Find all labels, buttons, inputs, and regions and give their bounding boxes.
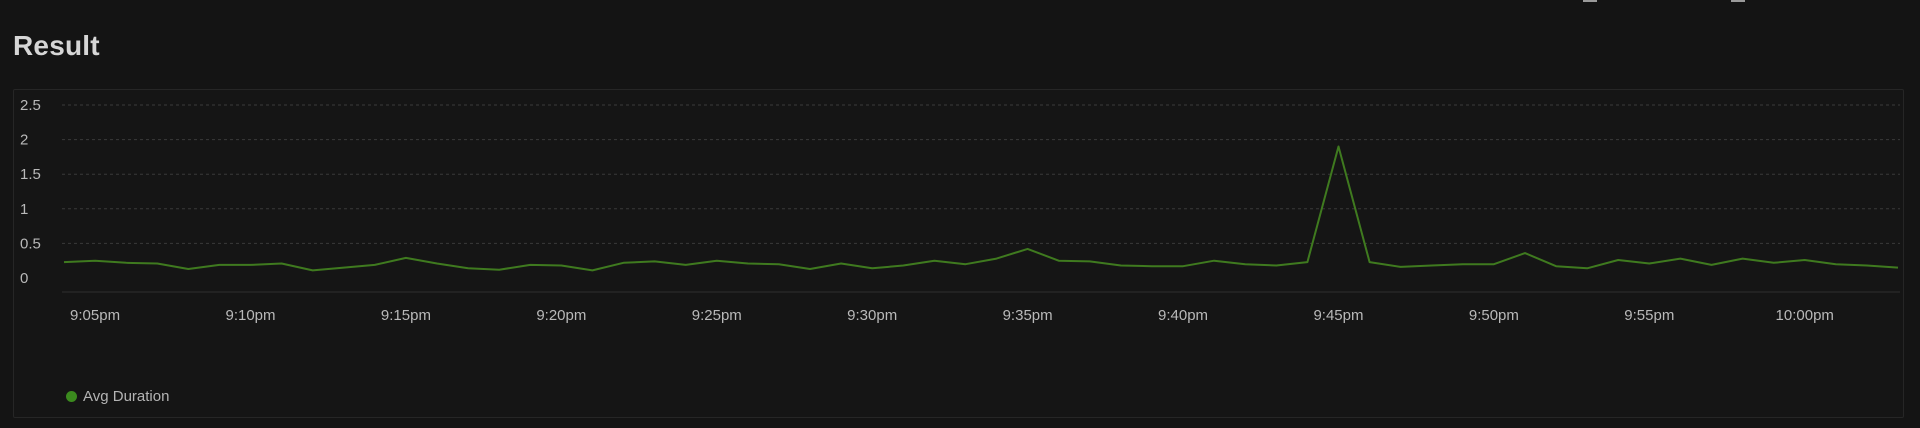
data-point[interactable] — [1460, 261, 1466, 267]
data-point[interactable] — [1833, 261, 1839, 267]
data-point[interactable] — [1211, 258, 1217, 264]
data-point[interactable] — [869, 265, 875, 271]
data-point[interactable] — [248, 262, 254, 268]
data-point[interactable] — [1087, 258, 1093, 264]
data-point[interactable] — [652, 258, 658, 264]
data-point[interactable] — [61, 259, 67, 265]
x-tick-label: 9:35pm — [1003, 307, 1053, 324]
data-point[interactable] — [527, 262, 533, 268]
data-point[interactable] — [714, 258, 720, 264]
data-point[interactable] — [1895, 265, 1901, 271]
data-point[interactable] — [1304, 259, 1310, 265]
data-point[interactable] — [931, 258, 937, 264]
y-tick-label: 0 — [20, 270, 28, 287]
data-point[interactable] — [1025, 246, 1031, 252]
x-tick-label: 9:05pm — [70, 307, 120, 324]
data-point[interactable] — [279, 261, 285, 267]
x-tick-label: 9:30pm — [847, 307, 897, 324]
data-point[interactable] — [496, 267, 502, 273]
data-point[interactable] — [1149, 263, 1155, 269]
data-point[interactable] — [1740, 256, 1746, 262]
legend-label: Avg Duration — [83, 388, 170, 405]
y-tick-label: 1 — [20, 201, 28, 218]
data-point[interactable] — [621, 260, 627, 266]
x-tick-label: 9:45pm — [1313, 307, 1363, 324]
data-point[interactable] — [1771, 260, 1777, 266]
x-tick-label: 9:10pm — [225, 307, 275, 324]
data-point[interactable] — [372, 262, 378, 268]
data-point[interactable] — [1709, 262, 1715, 268]
data-point[interactable] — [185, 266, 191, 272]
data-point[interactable] — [1273, 263, 1279, 269]
y-tick-label: 0.5 — [20, 235, 41, 252]
data-point[interactable] — [1056, 258, 1062, 264]
data-point[interactable] — [994, 256, 1000, 262]
x-tick-label: 9:55pm — [1624, 307, 1674, 324]
legend-swatch-icon — [66, 391, 77, 402]
x-tick-label: 9:50pm — [1469, 307, 1519, 324]
data-point[interactable] — [1429, 263, 1435, 269]
data-point[interactable] — [1336, 144, 1342, 150]
data-point[interactable] — [1553, 263, 1559, 269]
x-tick-label: 9:20pm — [536, 307, 586, 324]
x-tick-label: 9:15pm — [381, 307, 431, 324]
x-tick-label: 9:25pm — [692, 307, 742, 324]
data-point[interactable] — [776, 261, 782, 267]
y-tick-label: 1.5 — [20, 166, 41, 183]
chart-legend[interactable]: Avg Duration — [66, 388, 169, 405]
page: Result 0 0.5 1 1.5 2 2.5 9:05pm 9:10pm 9:15pm 9:2… — [0, 0, 1920, 428]
data-point[interactable] — [745, 261, 751, 267]
y-tick-label: 2.5 — [20, 97, 41, 114]
data-point[interactable] — [838, 261, 844, 267]
data-point[interactable] — [683, 262, 689, 268]
data-point[interactable] — [1522, 250, 1528, 256]
data-point[interactable] — [465, 265, 471, 271]
data-point[interactable] — [1367, 259, 1373, 265]
data-point[interactable] — [963, 261, 969, 267]
data-point[interactable] — [216, 262, 222, 268]
data-point[interactable] — [341, 265, 347, 271]
data-point[interactable] — [1398, 264, 1404, 270]
data-point[interactable] — [900, 263, 906, 269]
data-point[interactable] — [123, 260, 129, 266]
x-tick-label: 10:00pm — [1776, 307, 1834, 324]
data-point[interactable] — [310, 267, 316, 273]
data-point[interactable] — [403, 255, 409, 261]
data-point[interactable] — [589, 267, 595, 273]
data-point[interactable] — [434, 261, 440, 267]
data-point[interactable] — [1677, 256, 1683, 262]
data-point[interactable] — [1802, 257, 1808, 263]
data-point[interactable] — [1646, 261, 1652, 267]
data-point[interactable] — [1491, 261, 1497, 267]
y-tick-label: 2 — [20, 132, 28, 149]
data-point[interactable] — [1118, 263, 1124, 269]
data-point[interactable] — [1615, 257, 1621, 263]
data-point[interactable] — [807, 266, 813, 272]
line-chart: 0 0.5 1 1.5 2 2.5 9:05pm 9:10pm 9:15pm 9:20pm 9:25… — [20, 97, 1901, 324]
data-point[interactable] — [154, 261, 160, 267]
data-point[interactable] — [1242, 261, 1248, 267]
data-point[interactable] — [92, 258, 98, 264]
data-point[interactable] — [1584, 265, 1590, 271]
data-point[interactable] — [1180, 263, 1186, 269]
x-tick-label: 9:40pm — [1158, 307, 1208, 324]
data-point[interactable] — [1864, 263, 1870, 269]
data-point[interactable] — [558, 263, 564, 269]
